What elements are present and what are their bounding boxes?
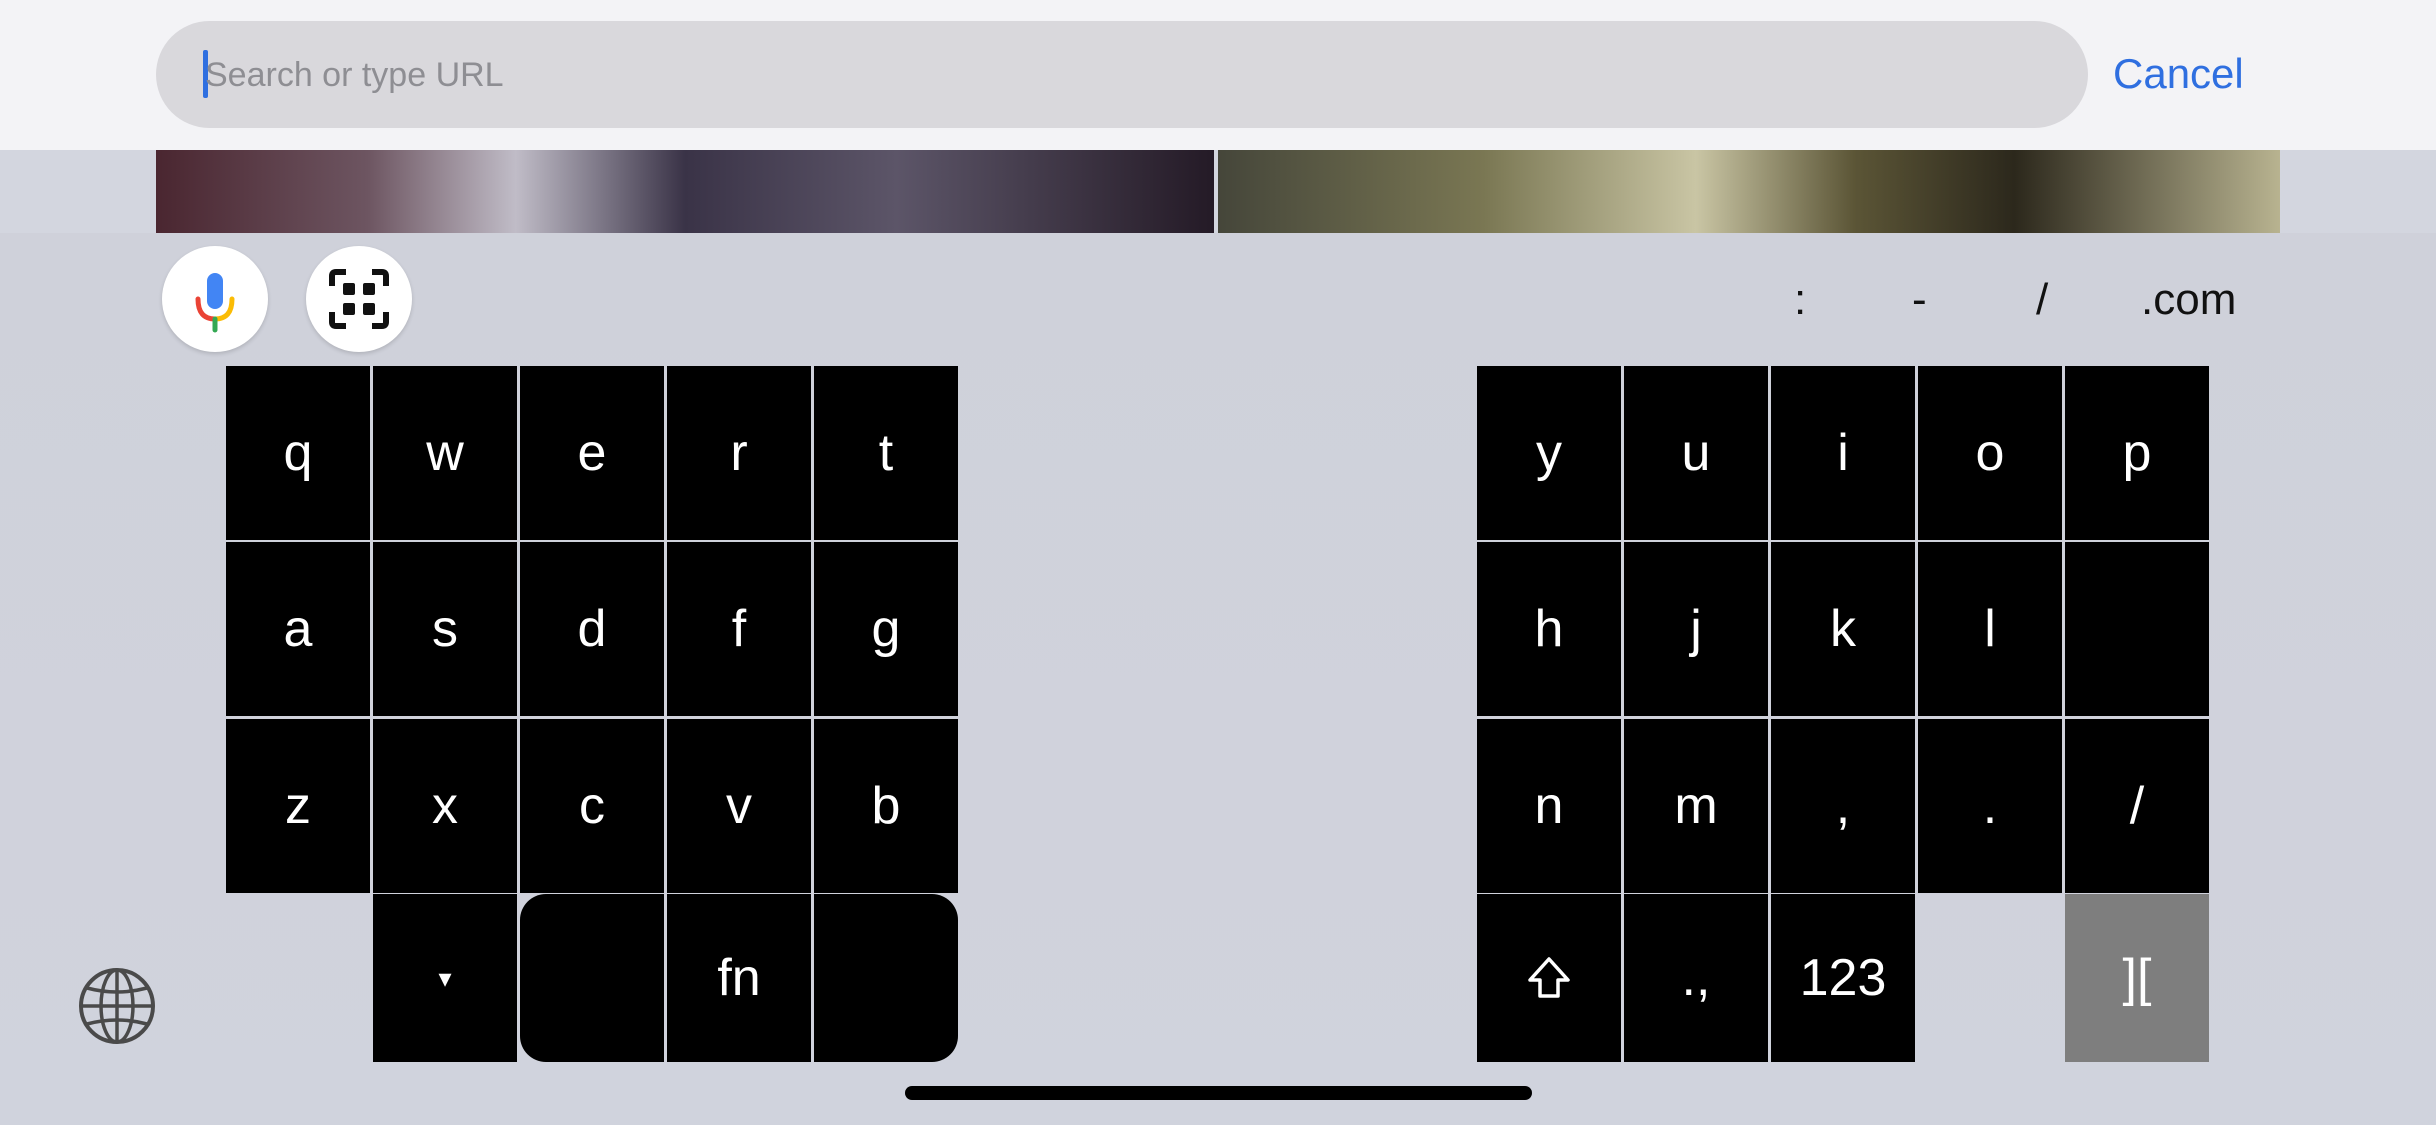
- key-h[interactable]: h: [1477, 542, 1621, 716]
- microphone-button[interactable]: [162, 246, 268, 352]
- numbers-key[interactable]: 123: [1771, 894, 1915, 1062]
- space-key-right[interactable]: [814, 894, 958, 1062]
- globe-icon[interactable]: [77, 966, 157, 1046]
- key-k[interactable]: k: [1771, 542, 1915, 716]
- suggestion-dotcom[interactable]: .com: [2141, 270, 2236, 330]
- scan-button[interactable]: [306, 246, 412, 352]
- url-placeholder: Search or type URL: [205, 56, 504, 94]
- key-n[interactable]: n: [1477, 719, 1621, 893]
- key-q[interactable]: q: [226, 366, 370, 540]
- fn-key[interactable]: fn: [667, 894, 811, 1062]
- key-a[interactable]: a: [226, 542, 370, 716]
- key-w[interactable]: w: [373, 366, 517, 540]
- space-key-left[interactable]: [520, 894, 664, 1062]
- key-x[interactable]: x: [373, 719, 517, 893]
- key-i[interactable]: i: [1771, 366, 1915, 540]
- shift-arrow-icon: [1528, 957, 1570, 998]
- key-comma[interactable]: ,: [1771, 719, 1915, 893]
- url-field[interactable]: Search or type URL: [156, 21, 2088, 128]
- key-b[interactable]: b: [814, 719, 958, 893]
- dismiss-keyboard-key[interactable]: ▾: [373, 894, 517, 1062]
- page-thumbnail-1: [156, 150, 1214, 233]
- microphone-icon: [195, 273, 235, 333]
- suggestion-colon[interactable]: :: [1794, 270, 1806, 330]
- key-e[interactable]: e: [520, 366, 664, 540]
- key-v[interactable]: v: [667, 719, 811, 893]
- key-g[interactable]: g: [814, 542, 958, 716]
- suggestion-hyphen[interactable]: -: [1912, 270, 1927, 330]
- key-d[interactable]: d: [520, 542, 664, 716]
- key-s[interactable]: s: [373, 542, 517, 716]
- key-t[interactable]: t: [814, 366, 958, 540]
- key-m[interactable]: m: [1624, 719, 1768, 893]
- split-keyboard-key[interactable]: ][: [2065, 894, 2209, 1062]
- suggestion-slash[interactable]: /: [2036, 270, 2048, 330]
- key-c[interactable]: c: [520, 719, 664, 893]
- key-l[interactable]: l: [1918, 542, 2062, 716]
- key-p[interactable]: p: [2065, 366, 2209, 540]
- key-z[interactable]: z: [226, 719, 370, 893]
- key-y[interactable]: y: [1477, 366, 1621, 540]
- cancel-button[interactable]: Cancel: [2113, 44, 2244, 104]
- punctuation-key[interactable]: .,: [1624, 894, 1768, 1062]
- key-f[interactable]: f: [667, 542, 811, 716]
- key-j[interactable]: j: [1624, 542, 1768, 716]
- key-o[interactable]: o: [1918, 366, 2062, 540]
- key-r[interactable]: r: [667, 366, 811, 540]
- qr-scan-icon: [329, 269, 389, 329]
- key-u[interactable]: u: [1624, 366, 1768, 540]
- key-period[interactable]: .: [1918, 719, 2062, 893]
- shift-key[interactable]: [1477, 894, 1621, 1062]
- home-indicator[interactable]: [905, 1086, 1532, 1100]
- key-blank[interactable]: [2065, 542, 2209, 716]
- key-slash[interactable]: /: [2065, 719, 2209, 893]
- page-thumbnail-2: [1218, 150, 2280, 233]
- address-bar: Search or type URL Cancel: [0, 0, 2436, 150]
